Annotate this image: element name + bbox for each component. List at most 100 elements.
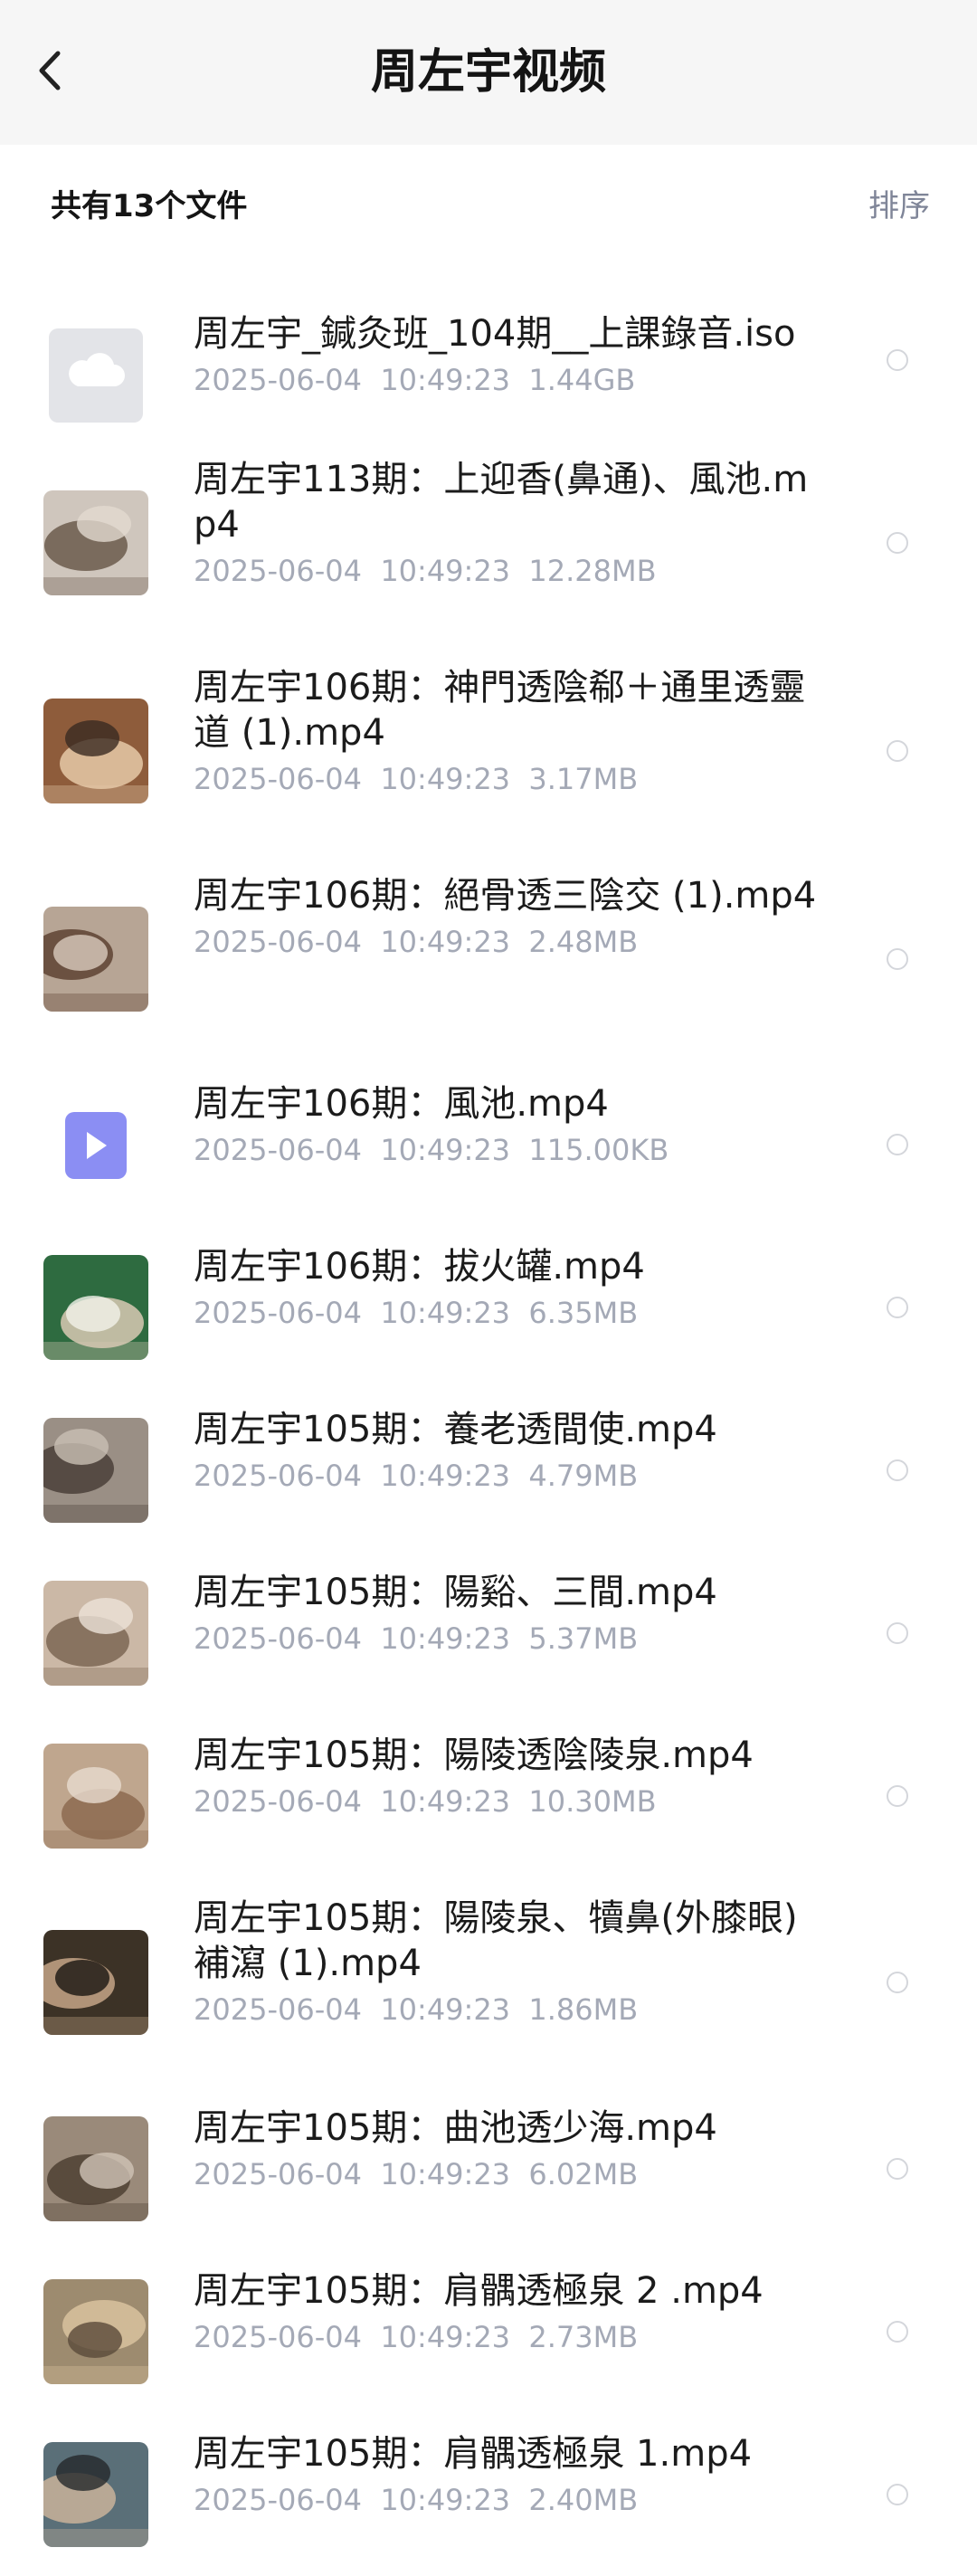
cloud-file-icon bbox=[43, 323, 148, 428]
file-meta: 2025-06-04 10:49:23 1.86MB bbox=[194, 1990, 827, 2029]
file-name: 周左宇106期：風池.mp4 bbox=[194, 1083, 609, 1125]
file-date: 2025-06-04 bbox=[194, 2157, 362, 2191]
file-row[interactable]: 周左宇106期：絕骨透三陰交 (1).mp4 2025-06-04 10:49:2… bbox=[0, 855, 977, 1063]
file-row[interactable]: 周左宇106期：神門透陰郗＋通里透靈道 (1).mp4 2025-06-04 10… bbox=[0, 647, 977, 855]
file-info: 周左宇106期：拔火罐.mp4 2025-06-04 10:49:23 6.35M… bbox=[194, 1244, 827, 1333]
file-size: 6.35MB bbox=[528, 1296, 639, 1330]
file-name: 周左宇105期：陽陵透陰陵泉.mp4 bbox=[194, 1735, 754, 1776]
top-bar: 周左宇视频 bbox=[0, 0, 977, 145]
select-radio[interactable] bbox=[887, 740, 908, 762]
file-date: 2025-06-04 bbox=[194, 1296, 362, 1330]
page-title: 周左宇视频 bbox=[370, 45, 606, 100]
file-size: 4.79MB bbox=[528, 1459, 639, 1493]
video-thumbnail bbox=[43, 2279, 148, 2384]
file-row[interactable]: 周左宇105期：曲池透少海.mp4 2025-06-04 10:49:23 6.0… bbox=[0, 2087, 977, 2250]
file-row[interactable]: 周左宇105期：陽陵透陰陵泉.mp4 2025-06-04 10:49:23 10… bbox=[0, 1715, 977, 1877]
file-date: 2025-06-04 bbox=[194, 1992, 362, 2027]
file-info: 周左宇106期：神門透陰郗＋通里透靈道 (1).mp4 2025-06-04 10… bbox=[194, 665, 827, 799]
file-count-label: 共有13个文件 bbox=[51, 188, 248, 224]
file-size: 2.73MB bbox=[528, 2320, 639, 2354]
file-name: 周左宇105期：陽谿、三間.mp4 bbox=[194, 1572, 717, 1613]
file-meta: 2025-06-04 10:49:23 115.00KB bbox=[194, 1130, 827, 1170]
file-row[interactable]: 周左宇106期：風池.mp4 2025-06-04 10:49:23 115.00… bbox=[0, 1063, 977, 1226]
file-date: 2025-06-04 bbox=[194, 762, 362, 796]
file-time: 10:49:23 bbox=[380, 2483, 511, 2517]
file-meta: 2025-06-04 10:49:23 3.17MB bbox=[194, 759, 827, 799]
file-info: 周左宇113期：上迎香(鼻通)、風池.mp4 2025-06-04 10:49:2… bbox=[194, 457, 827, 591]
video-thumbnail bbox=[43, 699, 148, 803]
file-meta: 2025-06-04 10:49:23 2.73MB bbox=[194, 2317, 827, 2357]
file-meta: 2025-06-04 10:49:23 4.79MB bbox=[194, 1456, 827, 1496]
file-row[interactable]: 周左宇105期：陽谿、三間.mp4 2025-06-04 10:49:23 5.3… bbox=[0, 1552, 977, 1715]
file-info: 周左宇106期：風池.mp4 2025-06-04 10:49:23 115.00… bbox=[194, 1081, 827, 1170]
file-time: 10:49:23 bbox=[380, 1133, 511, 1167]
file-date: 2025-06-04 bbox=[194, 1621, 362, 1656]
sort-button[interactable]: 排序 bbox=[868, 186, 930, 226]
file-name: 周左宇105期：養老透間使.mp4 bbox=[194, 1409, 717, 1450]
file-size: 5.37MB bbox=[528, 1621, 639, 1656]
file-name: 周左宇105期：陽陵泉、犢鼻(外膝眼)補瀉 (1).mp4 bbox=[194, 1897, 798, 1984]
file-row[interactable]: 周左宇105期：陽陵泉、犢鼻(外膝眼)補瀉 (1).mp4 2025-06-04 … bbox=[0, 1877, 977, 2087]
file-date: 2025-06-04 bbox=[194, 925, 362, 959]
summary-bar: 共有13个文件 排序 bbox=[0, 145, 977, 280]
file-name: 周左宇106期：絕骨透三陰交 (1).mp4 bbox=[194, 875, 817, 917]
select-radio[interactable] bbox=[887, 2484, 908, 2505]
video-thumbnail bbox=[43, 907, 148, 1012]
select-radio[interactable] bbox=[887, 1622, 908, 1644]
video-file-icon bbox=[43, 1092, 148, 1197]
file-row[interactable]: 周左宇105期：肩髃透極泉 1.mp4 2025-06-04 10:49:23 2… bbox=[0, 2413, 977, 2576]
file-date: 2025-06-04 bbox=[194, 1133, 362, 1167]
file-name: 周左宇105期：肩髃透極泉 1.mp4 bbox=[194, 2433, 753, 2475]
file-info: 周左宇105期：陽谿、三間.mp4 2025-06-04 10:49:23 5.3… bbox=[194, 1570, 827, 1659]
file-time: 10:49:23 bbox=[380, 925, 511, 959]
select-radio[interactable] bbox=[887, 1297, 908, 1318]
file-meta: 2025-06-04 10:49:23 5.37MB bbox=[194, 1619, 827, 1659]
file-row[interactable]: 周左宇106期：拔火罐.mp4 2025-06-04 10:49:23 6.35M… bbox=[0, 1226, 977, 1389]
file-size: 2.48MB bbox=[528, 925, 639, 959]
file-meta: 2025-06-04 10:49:23 12.28MB bbox=[194, 551, 827, 591]
select-radio[interactable] bbox=[887, 532, 908, 554]
select-radio[interactable] bbox=[887, 2158, 908, 2180]
file-time: 10:49:23 bbox=[380, 363, 511, 397]
file-time: 10:49:23 bbox=[380, 1459, 511, 1493]
select-radio[interactable] bbox=[887, 948, 908, 970]
select-radio[interactable] bbox=[887, 1972, 908, 1993]
file-meta: 2025-06-04 10:49:23 2.40MB bbox=[194, 2480, 827, 2520]
file-time: 10:49:23 bbox=[380, 1296, 511, 1330]
file-size: 2.40MB bbox=[528, 2483, 639, 2517]
select-radio[interactable] bbox=[887, 1785, 908, 1807]
select-radio[interactable] bbox=[887, 348, 908, 371]
file-time: 10:49:23 bbox=[380, 554, 511, 588]
file-info: 周左宇105期：曲池透少海.mp4 2025-06-04 10:49:23 6.0… bbox=[194, 2105, 827, 2194]
video-thumbnail bbox=[43, 1581, 148, 1686]
file-name: 周左宇_鍼灸班_104期__上課錄音.iso bbox=[194, 313, 796, 355]
select-radio[interactable] bbox=[887, 2321, 908, 2343]
select-radio[interactable] bbox=[887, 1134, 908, 1155]
file-meta: 2025-06-04 10:49:23 10.30MB bbox=[194, 1782, 827, 1821]
file-info: 周左宇105期：陽陵泉、犢鼻(外膝眼)補瀉 (1).mp4 2025-06-04 … bbox=[194, 1896, 827, 2029]
file-size: 3.17MB bbox=[528, 762, 639, 796]
select-radio[interactable] bbox=[887, 1459, 908, 1481]
file-row[interactable]: 周左宇105期：養老透間使.mp4 2025-06-04 10:49:23 4.7… bbox=[0, 1389, 977, 1552]
file-name: 周左宇106期：神門透陰郗＋通里透靈道 (1).mp4 bbox=[194, 667, 806, 754]
file-meta: 2025-06-04 10:49:23 1.44GB bbox=[194, 360, 827, 400]
file-name: 周左宇106期：拔火罐.mp4 bbox=[194, 1246, 645, 1288]
file-meta: 2025-06-04 10:49:23 2.48MB bbox=[194, 922, 827, 962]
file-time: 10:49:23 bbox=[380, 1784, 511, 1819]
file-row[interactable]: 周左宇105期：肩髃透極泉 2 .mp4 2025-06-04 10:49:23 … bbox=[0, 2250, 977, 2413]
file-date: 2025-06-04 bbox=[194, 1784, 362, 1819]
file-row[interactable]: 周左宇113期：上迎香(鼻通)、風池.mp4 2025-06-04 10:49:2… bbox=[0, 439, 977, 647]
file-time: 10:49:23 bbox=[380, 762, 511, 796]
file-size: 1.86MB bbox=[528, 1992, 639, 2027]
file-info: 周左宇105期：肩髃透極泉 2 .mp4 2025-06-04 10:49:23 … bbox=[194, 2268, 827, 2357]
video-thumbnail bbox=[43, 2442, 148, 2547]
file-size: 6.02MB bbox=[528, 2157, 639, 2191]
file-size: 1.44GB bbox=[528, 363, 636, 397]
file-time: 10:49:23 bbox=[380, 1992, 511, 2027]
file-time: 10:49:23 bbox=[380, 1621, 511, 1656]
file-meta: 2025-06-04 10:49:23 6.02MB bbox=[194, 2154, 827, 2194]
file-row[interactable]: 周左宇_鍼灸班_104期__上課錄音.iso 2025-06-04 10:49:2… bbox=[0, 280, 977, 439]
file-size: 115.00KB bbox=[528, 1133, 669, 1167]
file-name: 周左宇113期：上迎香(鼻通)、風池.mp4 bbox=[194, 459, 809, 546]
video-thumbnail bbox=[43, 1930, 148, 2035]
